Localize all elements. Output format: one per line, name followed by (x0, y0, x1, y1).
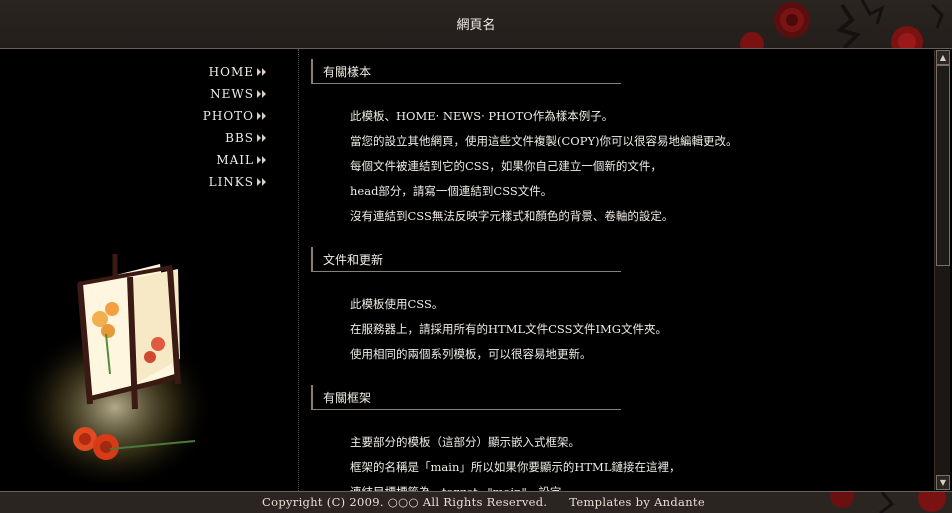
content-line: head部分，請寫一個連結到CSS文件。 (350, 184, 553, 198)
nav-item-label: BBS (225, 131, 254, 145)
section-title: 有關框架 (311, 385, 621, 410)
nav-item-label: LINKS (208, 175, 254, 189)
nav-item-label: MAIL (216, 153, 254, 167)
content-line: 框架的名稱是「main」所以如果你要顯示的HTML鏈接在這裡， (350, 460, 681, 474)
content-line: 此模板、HOME‧ NEWS‧ PHOTO作為樣本例子。 (350, 109, 614, 123)
flower-decoration (740, 0, 944, 48)
nav-menu: HOME NEWS PHOTO BBS MAIL LINKS (203, 61, 268, 193)
flower-decoration (830, 492, 946, 513)
footer-bar: Copyright (C) 2009. ○○○ All Rights Reser… (0, 491, 952, 513)
nav-item-mail[interactable]: MAIL (203, 149, 268, 171)
copyright-text: Copyright (C) 2009. ○○○ All Rights Reser… (262, 495, 548, 509)
content-scrollbar[interactable]: ▲ ▼ (934, 50, 950, 490)
section-title: 有關樣本 (311, 59, 621, 84)
sidebar: HOME NEWS PHOTO BBS MAIL LINKS (0, 49, 299, 491)
lantern-illustration (20, 254, 215, 484)
nav-item-home[interactable]: HOME (203, 61, 268, 83)
double-arrow-icon (257, 156, 266, 164)
content-line: 使用相同的兩個系列模板，可以很容易地更新。 (350, 347, 592, 361)
nav-item-news[interactable]: NEWS (203, 83, 268, 105)
content-line: 在服務器上，請採用所有的HTML文件CSS文件IMG文件夾。 (350, 322, 667, 336)
template-credit: Templates by Andante (569, 495, 705, 509)
double-arrow-icon (257, 134, 266, 142)
header-bar: 網頁名 (0, 0, 952, 49)
nav-item-label: HOME (208, 65, 254, 79)
content-line: 主要部分的模板（這部分）顯示嵌入式框架。 (350, 435, 580, 449)
nav-item-links[interactable]: LINKS (203, 171, 268, 193)
double-arrow-icon (257, 90, 266, 98)
content-line: 沒有連結到CSS無法反映字元樣式和顏色的背景、卷軸的設定。 (350, 209, 674, 223)
double-arrow-icon (257, 178, 266, 186)
content-line: 連結目標標籤為 target="main" 設定。 (350, 480, 934, 491)
scroll-thumb[interactable] (936, 65, 950, 266)
nav-item-label: NEWS (210, 87, 254, 101)
content-line: 當您的設立其他網頁，使用這些文件複製(COPY)你可以很容易地編輯更改。 (350, 134, 738, 148)
section-title: 文件和更新 (311, 247, 621, 272)
nav-item-label: PHOTO (202, 109, 254, 123)
content-line: 每個文件被連結到它的CSS，如果你自己建立一個新的文件， (350, 159, 662, 173)
scroll-up-button[interactable]: ▲ (936, 50, 950, 65)
main-content: 有關樣本 此模板、HOME‧ NEWS‧ PHOTO作為樣本例子。 當您的設立其… (299, 49, 934, 491)
nav-item-photo[interactable]: PHOTO (203, 105, 268, 127)
footer-text: Copyright (C) 2009. ○○○ All Rights Reser… (262, 495, 705, 509)
scroll-down-button[interactable]: ▼ (936, 475, 950, 490)
nav-item-bbs[interactable]: BBS (203, 127, 268, 149)
content-line: 此模板使用CSS。 (350, 297, 444, 311)
double-arrow-icon (257, 112, 266, 120)
double-arrow-icon (257, 68, 266, 76)
